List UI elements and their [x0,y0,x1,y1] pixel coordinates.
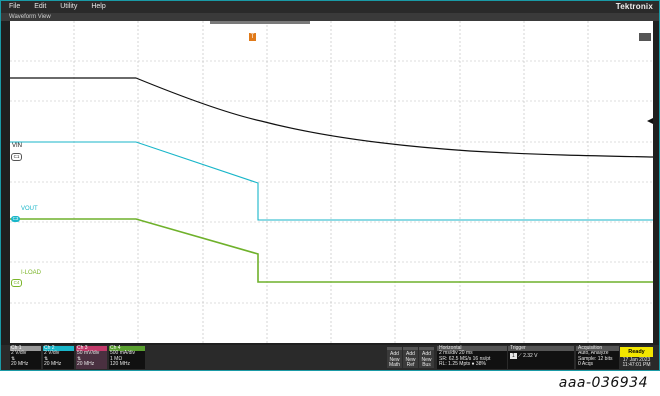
ch1-name: Ch 1 [11,345,22,351]
tag-c3[interactable]: C3 [11,216,20,222]
acquisition-panel[interactable]: Acquisition Auto, Analyze Sample: 12 bit… [576,346,619,369]
ch4-bw: 120 MHz [110,361,131,368]
ch1-bw: 20 MHz [11,361,29,368]
channel-2-badge[interactable]: Ch 2 2 V/div ⇅ 20 MHz [43,346,74,369]
settings-bar: Ch 1 2 V/div ⇅ 20 MHz Ch 2 2 V/div ⇅ 20 … [1,345,659,370]
channel-4-badge[interactable]: Ch 4 500 mA/div 1 MΩ 120 MHz [109,346,145,369]
brand-logo: Tektronix [615,2,653,11]
ch2-name: Ch 2 [44,345,55,351]
tag-c4[interactable]: C4 [11,279,22,287]
horizontal-record-length: RL: 1.25 Mpts ● 38% [439,361,486,368]
horizontal-title: Horizontal [439,345,462,351]
menu-utility[interactable]: Utility [54,1,83,13]
label-iload: I-LOAD [21,270,42,276]
corner-icon[interactable] [639,33,651,41]
trigger-panel[interactable]: Trigger 1 ⟋ 2.32 V [508,346,574,369]
date-time: 17 Jan 2023 11:47:01 PM [620,358,653,368]
trigger-level: 2.32 V [523,353,538,359]
label-vin: VIN [12,143,23,149]
figure-caption: aaa-036934 [558,375,648,391]
menu-bar: File Edit Utility Help Tektronix [1,1,659,13]
channel-3-badge[interactable]: Ch 3 50 mV/div ⇅ 20 MHz [76,346,107,369]
acquisition-title: Acquisition [578,345,603,351]
ch3-name: Ch 3 [77,345,88,351]
menu-edit[interactable]: Edit [28,1,52,13]
acquisition-count: 0 Acqs [578,361,594,368]
trigger-source-badge: 1 [510,353,517,359]
waveform-view-header: Waveform View [1,13,659,21]
ch4-name: Ch 4 [110,345,121,351]
horizontal-panel[interactable]: Horizontal 2 ms/div 20 ms SR: 62.5 MS/s … [437,346,507,369]
ch2-bw: 20 MHz [44,361,62,368]
trigger-title: Trigger [510,345,526,351]
time-text: 11:47:01 PM [622,362,651,368]
tag-c1[interactable]: C1 [11,153,22,161]
channel-1-badge[interactable]: Ch 1 2 V/div ⇅ 20 MHz [10,346,41,369]
scope-window: File Edit Utility Help Tektronix Wavefor… [0,0,660,371]
add-new-bus-button[interactable]: Add New Bus [419,347,434,368]
add-new-ref-button[interactable]: Add New Ref [403,347,418,368]
menu-help[interactable]: Help [85,1,111,13]
trigger-marker[interactable]: T [249,33,256,41]
waveform-view-title: Waveform View [9,14,51,20]
ch3-bw: 20 MHz [77,361,95,368]
label-vout: VOUT [21,206,38,212]
menu-file[interactable]: File [1,1,26,13]
scroll-bar[interactable] [210,21,310,24]
ready-status-badge[interactable]: Ready [620,347,653,357]
graticule-svg [10,21,653,343]
add-new-math-button[interactable]: Add New Math [387,347,402,368]
waveform-plot[interactable]: T VIN C1 VOUT C3 I-LOAD C4 [10,21,653,343]
